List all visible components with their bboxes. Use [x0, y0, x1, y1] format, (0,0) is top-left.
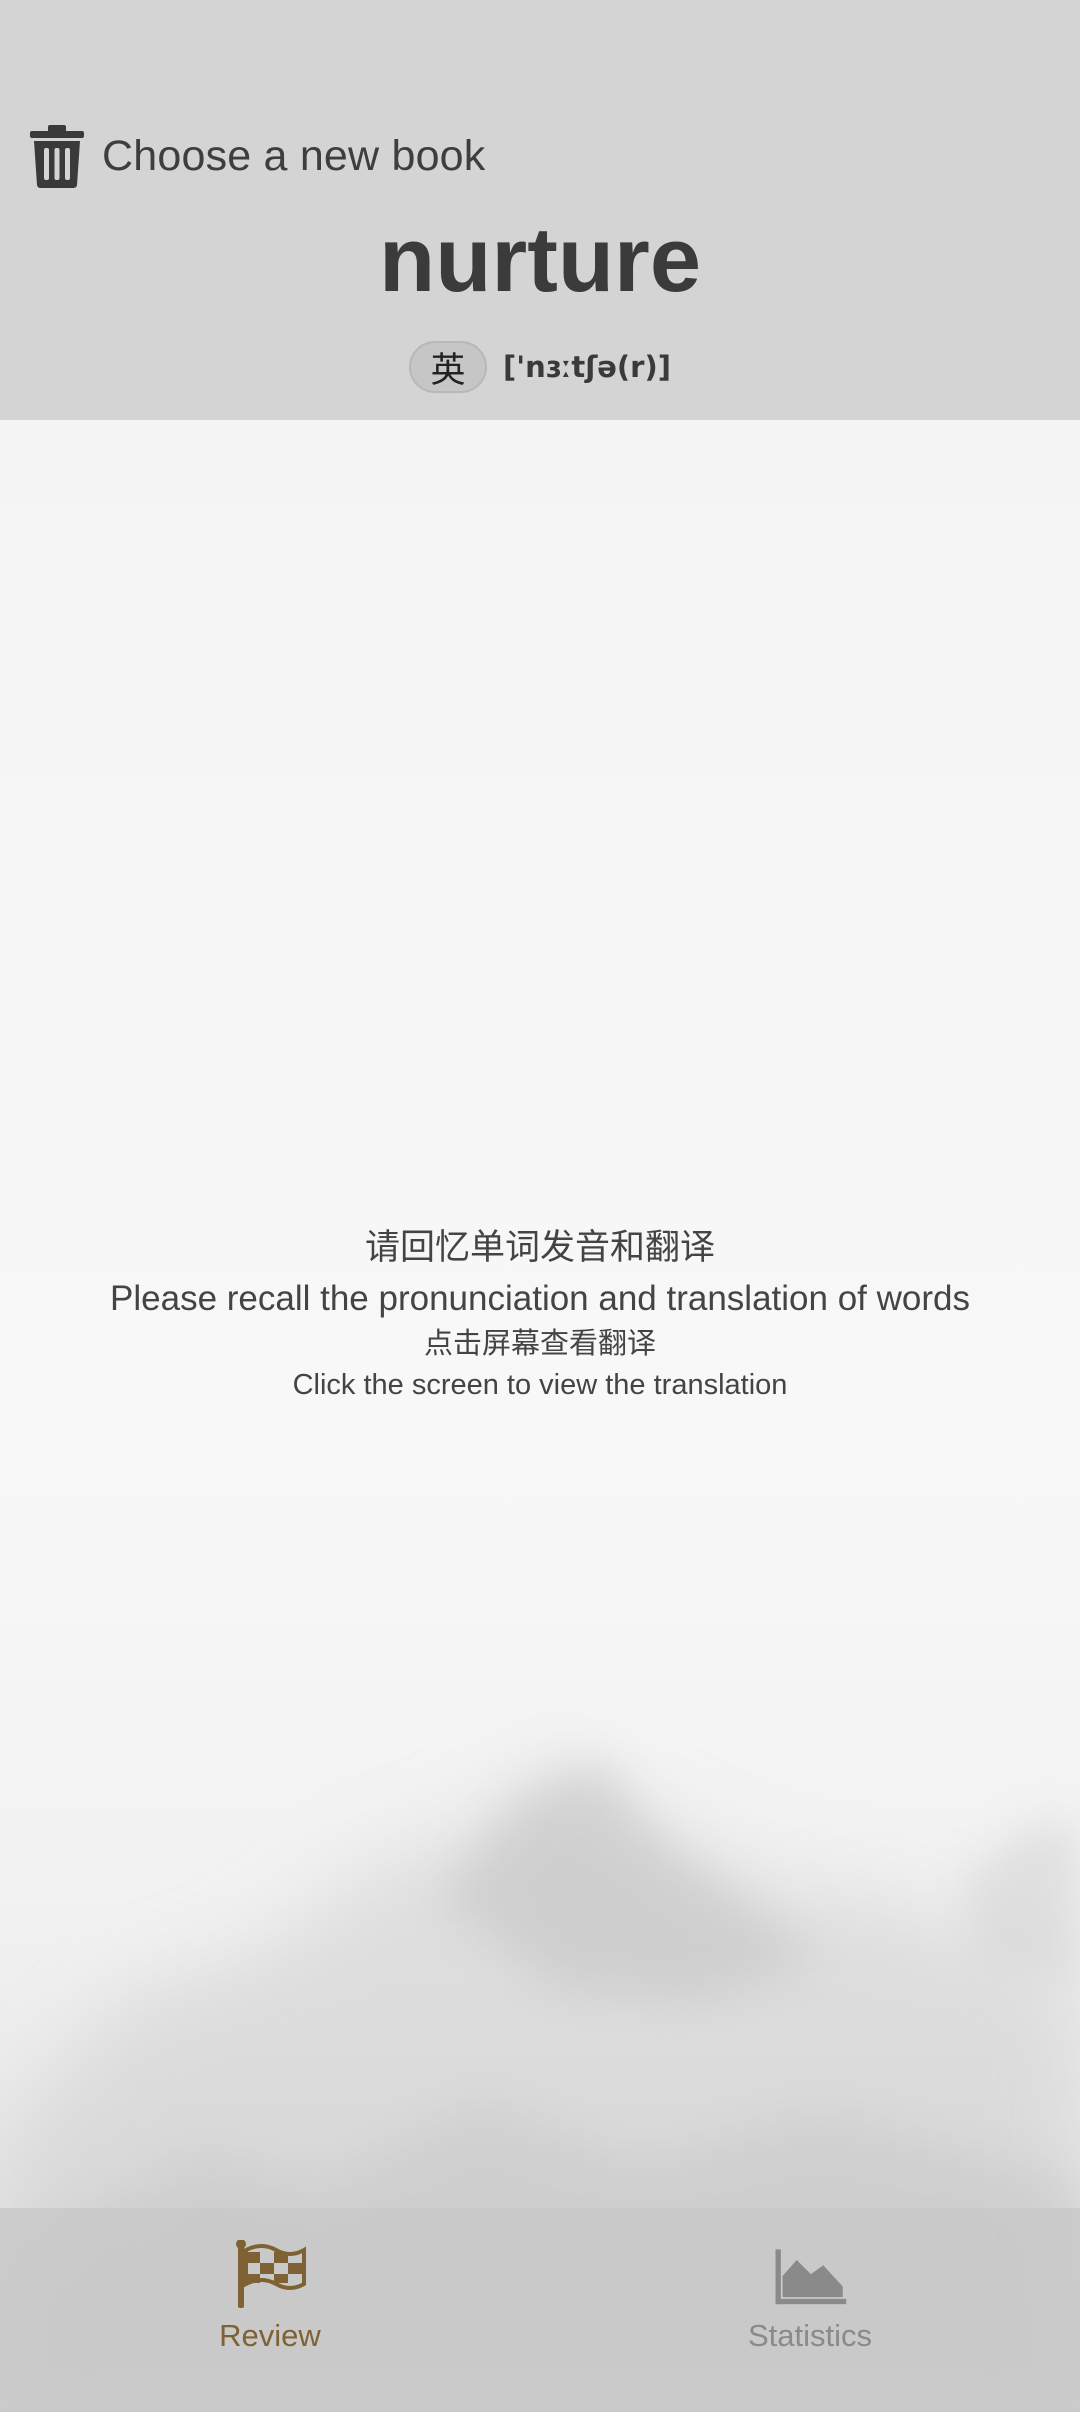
tab-review-label: Review: [219, 2318, 321, 2353]
tap-hint-zh: 点击屏幕查看翻译: [423, 1326, 656, 1360]
choose-new-book-button[interactable]: Choose a new book: [28, 122, 486, 190]
word-header: Choose a new book nurture 英 ['nɜːtʃə(r)]: [0, 0, 1080, 420]
bottom-navigation: Review Statistics: [0, 2208, 1080, 2412]
area-chart-icon: [775, 2249, 847, 2305]
recall-instruction-en: Please recall the pronunciation and tran…: [110, 1279, 970, 1318]
checkered-flag-icon: [236, 2240, 306, 2308]
tab-statistics[interactable]: Statistics: [540, 2208, 1080, 2412]
trash-icon: [30, 125, 84, 188]
tab-review[interactable]: Review: [0, 2208, 540, 2412]
play-british-pronunciation-button[interactable]: 英: [409, 341, 487, 393]
choose-book-label: Choose a new book: [102, 131, 486, 180]
tab-statistics-label: Statistics: [747, 2318, 873, 2353]
recall-instruction-zh: 请回忆单词发音和翻译: [364, 1228, 715, 1268]
recall-prompt[interactable]: 请回忆单词发音和翻译 Please recall the pronunciati…: [0, 1218, 1080, 1404]
pronunciation-row: 英 ['nɜːtʃə(r)]: [0, 338, 1080, 396]
current-word: nurture: [379, 209, 701, 311]
tap-hint-en: Click the screen to view the translation: [292, 1369, 788, 1401]
phonetic-transcription: ['nɜːtʃə(r)]: [503, 350, 671, 384]
